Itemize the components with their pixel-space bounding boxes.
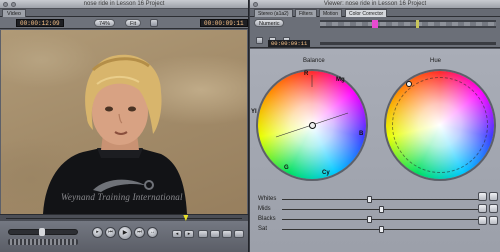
viewer-header: Numeric 00:00:09:11 (250, 17, 500, 48)
blacks-track[interactable] (282, 219, 480, 220)
hue-wheel-ticks (392, 77, 488, 173)
tab-color-corrector[interactable]: Color Corrector (345, 9, 388, 17)
balance-label: Balance (303, 58, 325, 64)
viewer-keyframe-track[interactable] (320, 42, 496, 45)
add-marker-button[interactable] (234, 230, 244, 238)
blacks-label: Blacks (258, 216, 276, 222)
overlay-popup-button[interactable] (150, 19, 158, 27)
range-in-marker[interactable] (372, 20, 378, 28)
auto-contrast-icon[interactable] (489, 204, 498, 213)
view-popup[interactable]: Fit (125, 19, 142, 27)
tab-video[interactable]: Video (2, 9, 26, 17)
overwrite-edit-button[interactable] (210, 230, 220, 238)
wheel-letter-g: G (284, 165, 289, 171)
canvas-window: nose ride in Lesson 16 Project Video 00:… (0, 0, 249, 252)
viewer-tabstrip: Stereo (a1a2) Filters Motion Color Corre… (250, 9, 500, 17)
replace-edit-button[interactable] (222, 230, 232, 238)
whites-track[interactable] (282, 199, 480, 200)
viewer-window-title: Viewer: nose ride in Lesson 16 Project (323, 1, 427, 7)
scrubber-bar[interactable] (0, 214, 248, 221)
viewer-tool-row (256, 31, 292, 44)
mark-out-button[interactable]: ▸ (184, 230, 194, 238)
reset-icon[interactable] (489, 216, 498, 225)
video-frame: Weynand Training International (1, 30, 247, 214)
auto-black-level-icon[interactable] (478, 216, 487, 225)
final-cut-screen: nose ride in Lesson 16 Project Video 00:… (0, 0, 500, 252)
shuttle-control[interactable] (8, 228, 78, 236)
play-in-to-out-button[interactable]: ▸ (92, 227, 103, 238)
mids-thumb[interactable] (379, 206, 384, 213)
shuttle-knob[interactable] (39, 228, 45, 236)
whites-thumb[interactable] (367, 196, 373, 203)
hue-indicator-dot[interactable] (406, 81, 412, 87)
wheel-letter-yl: Yl (251, 109, 257, 115)
range-fill (320, 22, 496, 26)
range-playhead[interactable] (416, 20, 419, 28)
tab-filters[interactable]: Filters (295, 9, 317, 17)
wheel-letter-mg: Mg (336, 77, 345, 83)
watermark-text: Weynand Training International (61, 192, 183, 202)
hue-color-wheel[interactable] (384, 69, 496, 181)
jog-control[interactable] (8, 239, 78, 245)
balance-center-dot[interactable] (309, 122, 316, 129)
wheel-letter-b: B (359, 131, 364, 137)
mark-in-button[interactable]: ◂ (172, 230, 182, 238)
visibility-toggle-icon[interactable] (256, 37, 263, 44)
viewer-titlebar: Viewer: nose ride in Lesson 16 Project (250, 0, 500, 9)
go-to-next-edit-button[interactable]: ⏭ (134, 227, 145, 238)
sat-thumb[interactable] (379, 226, 384, 233)
slider-mids: Mids (252, 205, 484, 214)
balance-color-wheel[interactable]: R Mg B Cy G Yl (251, 69, 368, 181)
sat-label: Sat (258, 226, 268, 232)
canvas-tabstrip: Video (0, 9, 248, 17)
play-around-current-button[interactable]: ↔ (147, 227, 158, 238)
hue-label: Hue (430, 58, 442, 64)
canvas-window-title: nose ride in Lesson 16 Project (83, 1, 165, 7)
slider-blacks: Blacks (252, 215, 484, 224)
wheel-letter-r: R (304, 71, 309, 77)
play-button[interactable]: ▶ (118, 226, 132, 240)
viewer-window: Viewer: nose ride in Lesson 16 Project S… (250, 0, 500, 252)
auto-white-level-icon[interactable] (478, 204, 487, 213)
tab-motion[interactable]: Motion (319, 9, 343, 17)
current-timecode[interactable]: 00:00:09:11 (200, 19, 248, 27)
eyedropper-icon[interactable] (489, 192, 498, 201)
clip-range-bar[interactable] (320, 20, 496, 28)
numeric-tab-button[interactable]: Numeric (254, 19, 285, 27)
whites-label: Whites (258, 196, 277, 202)
slider-sat: Sat (252, 225, 484, 234)
tab-stereo[interactable]: Stereo (a1a2) (254, 9, 293, 17)
wheel-letter-cy: Cy (322, 170, 330, 176)
go-to-previous-edit-button[interactable]: ⏮ (105, 227, 116, 238)
mids-label: Mids (258, 206, 271, 212)
zoom-popup[interactable]: 74% (94, 19, 116, 27)
duration-timecode[interactable]: 00:00:12:09 (16, 19, 64, 27)
canvas-titlebar: nose ride in Lesson 16 Project (0, 0, 248, 9)
select-auto-balance-color-icon[interactable] (478, 192, 487, 201)
insert-edit-button[interactable] (198, 230, 208, 238)
color-corrector-panel: Balance Hue R Mg B Cy G Yl Whites Mids B… (250, 49, 500, 252)
boy-in-wetsuit-image (43, 54, 187, 214)
blacks-thumb[interactable] (367, 216, 373, 223)
viewer-timecode[interactable]: 00:00:09:11 (268, 40, 311, 47)
canvas-toolbar: 00:00:12:09 74% Fit 00:00:09:11 (0, 17, 248, 29)
scrubber-track (6, 218, 242, 219)
slider-whites: Whites (252, 195, 484, 204)
transport-controls: ▸ ⏮ ▶ ⏭ ↔ ◂ ▸ (0, 221, 248, 252)
